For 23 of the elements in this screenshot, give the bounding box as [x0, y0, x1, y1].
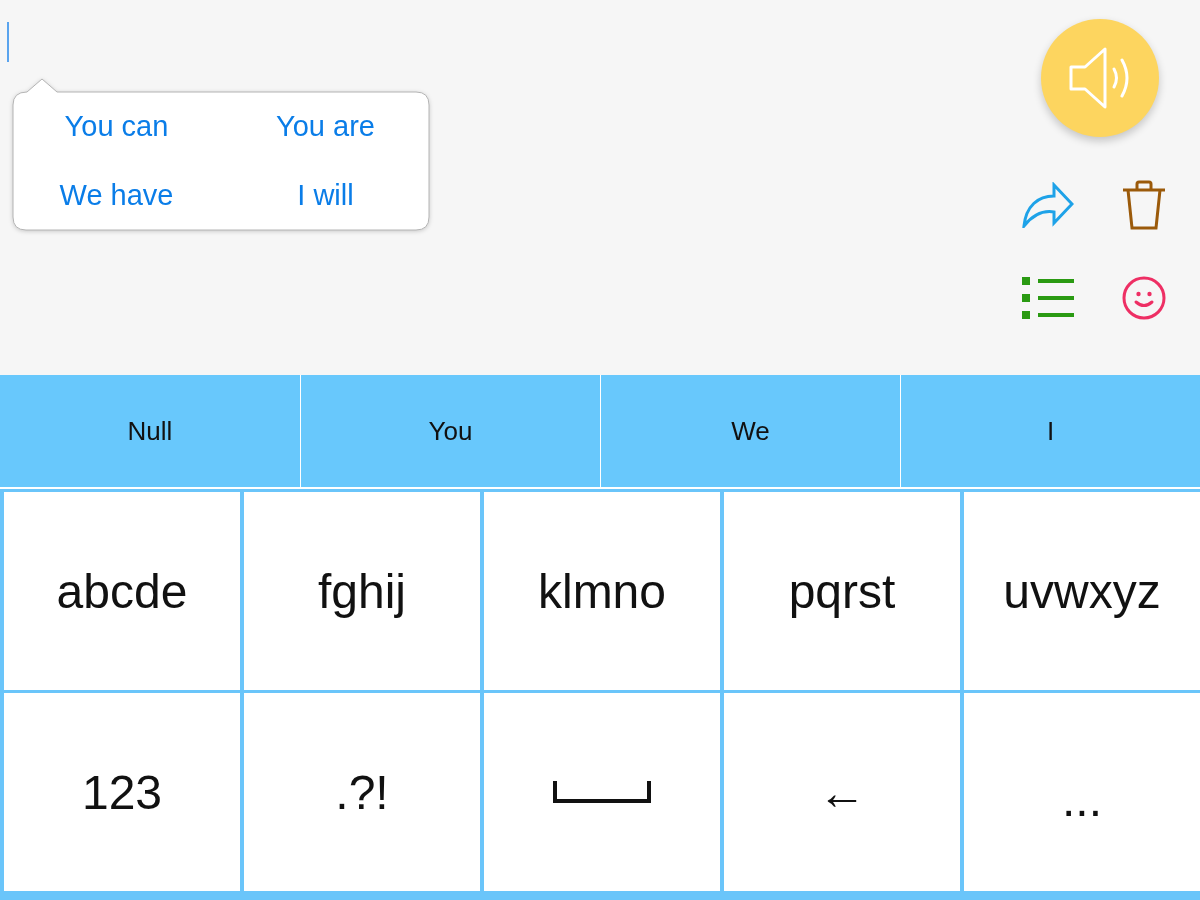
letters-key[interactable]: uvwxyz [964, 492, 1200, 690]
phrase-suggestion[interactable]: I will [293, 177, 358, 214]
word-prediction[interactable]: Null [0, 375, 300, 487]
word-prediction[interactable]: You [300, 375, 600, 487]
numbers-key[interactable]: 123 [4, 693, 240, 891]
punctuation-key[interactable]: .?! [244, 693, 480, 891]
letters-key[interactable]: klmno [484, 492, 720, 690]
share-arrow-icon[interactable] [1022, 182, 1074, 228]
letters-key[interactable]: fghij [244, 492, 480, 690]
phrase-suggestion[interactable]: We have [55, 177, 178, 214]
speak-button[interactable] [1041, 19, 1159, 137]
word-prediction[interactable]: I [900, 375, 1200, 487]
letters-key[interactable]: abcde [4, 492, 240, 690]
space-icon [553, 781, 651, 803]
letters-key[interactable]: pqrst [724, 492, 960, 690]
backspace-key[interactable]: ← [724, 693, 960, 891]
phrase-suggestion[interactable]: You are [272, 108, 379, 145]
list-icon[interactable] [1022, 277, 1074, 319]
phrase-suggestion[interactable]: You can [60, 108, 173, 145]
word-prediction[interactable]: We [600, 375, 900, 487]
trash-icon[interactable] [1122, 180, 1166, 230]
smiley-icon[interactable] [1122, 276, 1166, 320]
more-key[interactable]: ... [964, 693, 1200, 891]
